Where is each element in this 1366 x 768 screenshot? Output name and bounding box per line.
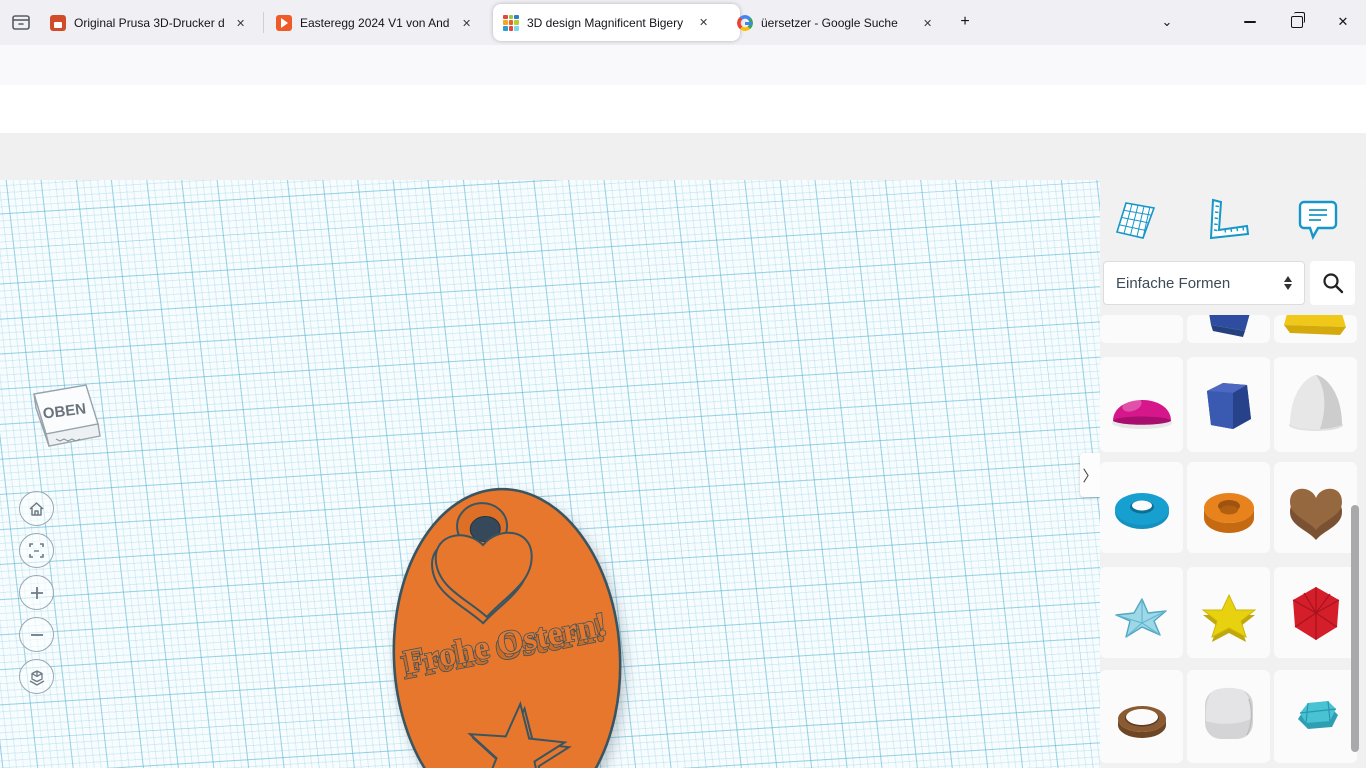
shape-cell-torus[interactable] (1100, 462, 1183, 553)
view-cube[interactable]: OBEN (16, 376, 112, 464)
panel-collapse-handle[interactable]: 〉 (1080, 453, 1100, 497)
shape-cell-gem[interactable] (1274, 670, 1357, 763)
notes-tool-button[interactable] (1293, 194, 1343, 244)
tab-google[interactable]: üersetzer - Google Suche ✕ (727, 6, 959, 40)
tab-close-icon[interactable]: ✕ (695, 14, 712, 31)
shape-category-dropdown[interactable]: Einfache Formen (1103, 261, 1305, 305)
tab-prusa[interactable]: Original Prusa 3D-Drucker direk ✕ (40, 6, 282, 40)
tab-title: Easteregg 2024 V1 von Andreas (300, 16, 450, 30)
shape-cell-empty[interactable] (1100, 315, 1183, 343)
shape-cell-hemisphere[interactable] (1100, 357, 1183, 452)
tab-separator (263, 12, 264, 33)
tab-close-icon[interactable]: ✕ (458, 15, 475, 32)
shape-search-button[interactable] (1310, 261, 1355, 305)
window-close-button[interactable]: ✕ (1326, 6, 1360, 38)
search-icon (1322, 272, 1344, 294)
printables-icon (276, 15, 292, 31)
window-restore-button[interactable] (1280, 6, 1314, 38)
window-minimize-button[interactable] (1233, 6, 1267, 38)
fit-view-icon (28, 542, 45, 559)
zoom-in-button[interactable] (19, 575, 54, 610)
tab-close-icon[interactable]: ✕ (919, 15, 936, 32)
browser-navbar: https://www.tinkercad.com/things/cFRfcEZ… (0, 45, 1366, 86)
shape-cell-icosahedron[interactable] (1274, 567, 1357, 658)
shape-cell-heart[interactable] (1274, 462, 1357, 553)
tab-close-icon[interactable]: ✕ (232, 15, 249, 32)
firefox-view-icon[interactable] (10, 11, 32, 33)
notes-icon (1296, 196, 1340, 242)
shape-cell-paraboloid[interactable] (1274, 357, 1357, 452)
sidebar-scrollbar[interactable] (1351, 505, 1359, 752)
zoom-out-button[interactable] (19, 617, 54, 652)
keychain-object[interactable]: Frohe Ostern! Frohe Ostern! (383, 476, 631, 768)
view-home-button[interactable] (19, 491, 54, 526)
minus-icon (29, 627, 45, 643)
shape-cell-hex-prism[interactable] (1187, 357, 1270, 452)
tab-title: 3D design Magnificent Bigery | (527, 16, 687, 30)
workplane-icon (1111, 196, 1159, 242)
perspective-cube-icon (28, 668, 46, 686)
shape-cell-blue-partial[interactable] (1187, 315, 1270, 343)
shape-cell-tube[interactable] (1187, 462, 1270, 553)
shape-cell-ring[interactable] (1100, 670, 1183, 763)
browser-tab-bar: Original Prusa 3D-Drucker direk ✕ Easter… (0, 0, 1366, 45)
editor-toolbar: Importieren Exportieren Senden an (0, 133, 1366, 181)
home-view-icon (28, 501, 45, 517)
tab-easteregg[interactable]: Easteregg 2024 V1 von Andreas ✕ (266, 6, 508, 40)
shape-category-value: Einfache Formen (1116, 275, 1230, 292)
fit-view-button[interactable] (19, 533, 54, 568)
google-icon (737, 15, 753, 31)
updown-caret-icon (1284, 276, 1292, 290)
tab-title: üersetzer - Google Suche (761, 16, 911, 30)
shape-cell-faceted-star[interactable] (1100, 567, 1183, 658)
plus-icon (29, 585, 45, 601)
shape-cell-star[interactable] (1187, 567, 1270, 658)
tab-title: Original Prusa 3D-Drucker direk (74, 16, 224, 30)
tinkercad-header: TIN KER CAD Magnificent Bigery (0, 85, 1366, 134)
prusa-icon (50, 15, 66, 31)
perspective-toggle-button[interactable] (19, 659, 54, 694)
list-all-tabs-button[interactable]: ⌄ (1150, 6, 1184, 38)
ruler-icon (1205, 196, 1251, 242)
tinkercad-icon (503, 15, 519, 31)
design-canvas[interactable]: OBEN Frohe Ostern! Frohe (0, 180, 1100, 768)
shape-cell-yellow-partial[interactable] (1274, 315, 1357, 343)
tab-tinkercad-active[interactable]: 3D design Magnificent Bigery | ✕ (493, 4, 740, 41)
ruler-tool-button[interactable] (1203, 194, 1253, 244)
new-tab-button[interactable]: + (948, 6, 982, 38)
shape-cell-rounded-cube[interactable] (1187, 670, 1270, 763)
workplane-tool-button[interactable] (1110, 194, 1160, 244)
